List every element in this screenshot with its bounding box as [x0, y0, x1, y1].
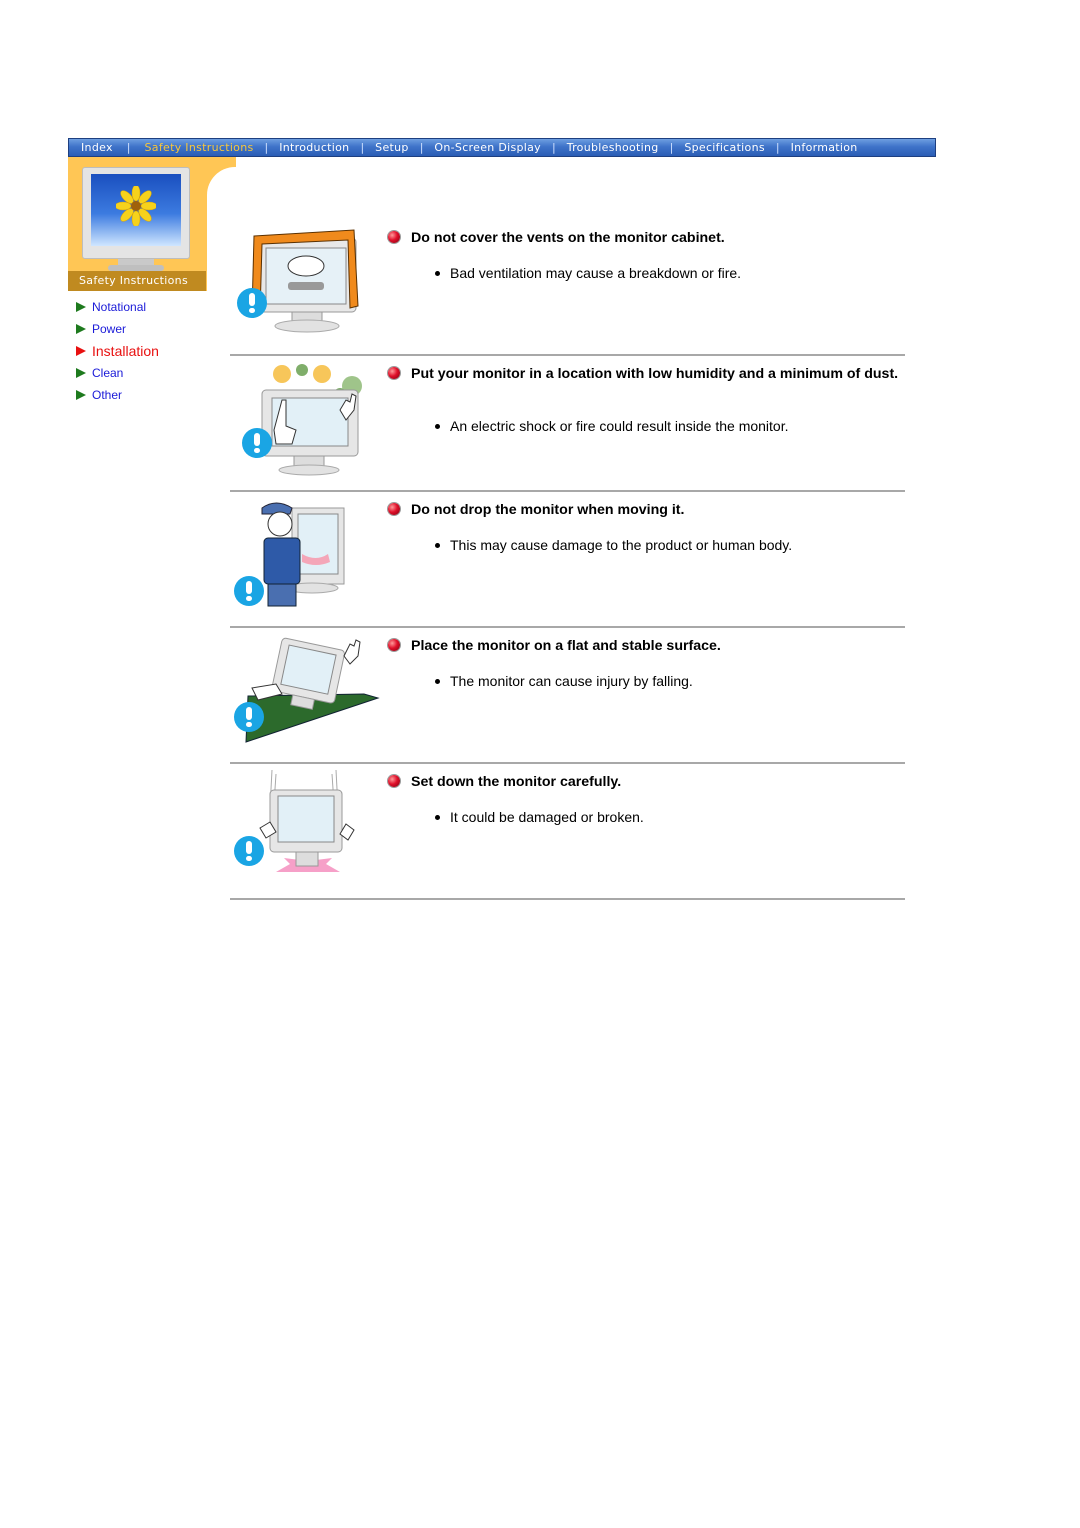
item-bullet-text: This may cause damage to the product or …: [450, 537, 793, 553]
sidebar-item-label[interactable]: Clean: [92, 366, 123, 380]
red-bullet-icon: [388, 503, 400, 515]
monitor-in-dust-illustration: [232, 360, 382, 478]
safety-item: Set down the monitor carefully. It could…: [230, 764, 905, 900]
nav-separator: |: [775, 141, 780, 154]
sidebar-item-label[interactable]: Other: [92, 388, 122, 402]
monitor-on-slope-illustration: [232, 632, 382, 750]
sidebar-item-label[interactable]: Installation: [92, 343, 159, 359]
safety-items-list: Do not cover the vents on the monitor ca…: [230, 220, 905, 900]
item-bullet-text: The monitor can cause injury by falling.: [450, 673, 693, 689]
triangle-right-icon: [76, 324, 86, 334]
monitor-set-down-illustration: [232, 768, 382, 886]
bullet-dot-icon: [435, 542, 440, 548]
sidebar-subnav: Notational Power Installation Clean Othe…: [76, 296, 159, 406]
sidebar-item-other[interactable]: Other: [76, 384, 159, 406]
nav-separator: |: [551, 141, 556, 154]
red-bullet-icon: [388, 639, 400, 651]
monitor-covered-with-cloth-illustration: [232, 224, 382, 342]
item-bullet: Bad ventilation may cause a breakdown or…: [435, 265, 741, 281]
item-heading: Set down the monitor carefully.: [388, 774, 903, 791]
nav-separator: |: [264, 141, 269, 154]
sunflower-icon: [116, 186, 156, 226]
nav-introduction[interactable]: Introduction: [279, 141, 349, 154]
triangle-right-icon: [76, 302, 86, 312]
warning-exclamation-icon: [234, 702, 264, 732]
nav-on-screen-display[interactable]: On-Screen Display: [434, 141, 541, 154]
sidebar-item-clean[interactable]: Clean: [76, 362, 159, 384]
nav-separator: |: [419, 141, 424, 154]
red-bullet-icon: [388, 775, 400, 787]
item-heading: Put your monitor in a location with low …: [388, 366, 903, 383]
sidebar-item-label[interactable]: Power: [92, 322, 126, 336]
sidebar-item-power[interactable]: Power: [76, 318, 159, 340]
sidebar-item-label[interactable]: Notational: [92, 300, 146, 314]
triangle-right-icon: [76, 368, 86, 378]
warning-exclamation-icon: [234, 836, 264, 866]
safety-item: Do not drop the monitor when moving it. …: [230, 492, 905, 628]
sidebar-item-notational[interactable]: Notational: [76, 296, 159, 318]
item-bullet-text: Bad ventilation may cause a breakdown or…: [450, 265, 742, 281]
sidebar-item-installation[interactable]: Installation: [76, 340, 159, 362]
item-heading-text: Do not drop the monitor when moving it.: [411, 502, 685, 518]
item-heading: Place the monitor on a flat and stable s…: [388, 638, 903, 655]
bullet-dot-icon: [435, 814, 440, 820]
item-heading: Do not drop the monitor when moving it.: [388, 502, 903, 519]
section-title: Safety Instructions: [68, 271, 206, 291]
nav-troubleshooting[interactable]: Troubleshooting: [567, 141, 659, 154]
top-nav-bar: Index | Safety Instructions | Introducti…: [68, 138, 936, 157]
man-carrying-monitor-illustration: [232, 496, 382, 614]
safety-item: Do not cover the vents on the monitor ca…: [230, 220, 905, 356]
safety-item: Put your monitor in a location with low …: [230, 356, 905, 492]
item-heading-text: Do not cover the vents on the monitor ca…: [411, 230, 725, 246]
nav-setup[interactable]: Setup: [375, 141, 409, 154]
item-bullet: The monitor can cause injury by falling.: [435, 673, 693, 689]
bullet-dot-icon: [435, 423, 440, 429]
monitor-with-sunflower-icon: [82, 167, 190, 271]
warning-exclamation-icon: [234, 576, 264, 606]
red-bullet-icon: [388, 367, 400, 379]
nav-separator: |: [360, 141, 365, 154]
nav-information[interactable]: Information: [791, 141, 858, 154]
item-bullet: An electric shock or fire could result i…: [435, 418, 789, 434]
item-bullet: This may cause damage to the product or …: [435, 537, 792, 553]
item-heading: Do not cover the vents on the monitor ca…: [388, 230, 903, 247]
item-bullet-text: An electric shock or fire could result i…: [450, 418, 789, 434]
nav-separator: |: [126, 141, 131, 154]
warning-exclamation-icon: [242, 428, 272, 458]
item-heading-text: Put your monitor in a location with low …: [411, 366, 899, 382]
triangle-right-icon: [76, 390, 86, 400]
bullet-dot-icon: [435, 270, 440, 276]
item-heading-text: Set down the monitor carefully.: [411, 774, 622, 790]
item-bullet: It could be damaged or broken.: [435, 809, 644, 825]
item-heading-text: Place the monitor on a flat and stable s…: [411, 638, 721, 654]
triangle-right-icon: [76, 346, 86, 356]
divider: [230, 898, 905, 900]
red-bullet-icon: [388, 231, 400, 243]
nav-separator: |: [669, 141, 674, 154]
nav-specifications[interactable]: Specifications: [684, 141, 765, 154]
nav-safety-instructions[interactable]: Safety Instructions: [145, 141, 254, 154]
item-bullet-text: It could be damaged or broken.: [450, 809, 644, 825]
safety-item: Place the monitor on a flat and stable s…: [230, 628, 905, 764]
warning-exclamation-icon: [237, 288, 267, 318]
bullet-dot-icon: [435, 678, 440, 684]
nav-index[interactable]: Index: [81, 141, 113, 154]
